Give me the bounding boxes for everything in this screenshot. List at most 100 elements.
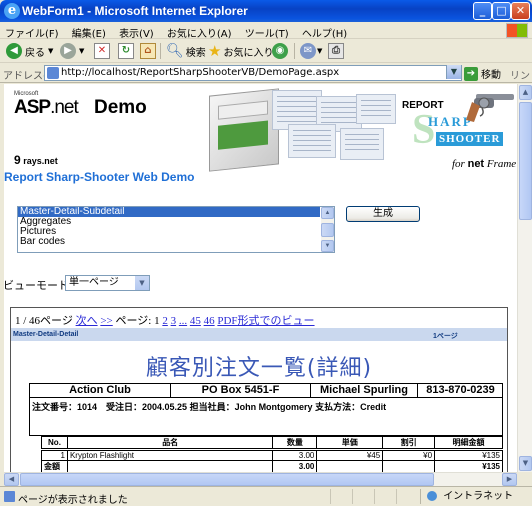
total-blank bbox=[66, 460, 274, 472]
customer-contact: Michael Spurling bbox=[311, 384, 418, 397]
total-blank bbox=[382, 460, 436, 472]
pager-page-link[interactable]: 3 bbox=[171, 315, 177, 327]
refresh-icon: ↻ bbox=[118, 43, 134, 59]
pager-page-link[interactable]: 45 bbox=[190, 315, 201, 327]
mail-button[interactable]: ✉ ▼ bbox=[300, 42, 322, 60]
report-page-label: 1ページ bbox=[433, 333, 458, 340]
customer-name: Action Club bbox=[30, 384, 171, 397]
stop-button[interactable]: ✕ bbox=[94, 42, 110, 60]
home-icon: ⌂ bbox=[140, 43, 156, 59]
generate-button[interactable]: 生成 bbox=[346, 206, 420, 222]
menu-tools[interactable]: ツール(T) bbox=[240, 22, 294, 40]
back-label: 戻る bbox=[25, 47, 45, 59]
status-text: ページが表示されました bbox=[18, 495, 128, 506]
horizontal-scroll-thumb[interactable] bbox=[20, 473, 434, 486]
logo-report: REPORT bbox=[402, 100, 444, 111]
maximize-button[interactable]: □ bbox=[492, 2, 511, 20]
back-button[interactable]: ◀ 戻る ▼ bbox=[6, 42, 53, 60]
column-header: No. bbox=[41, 436, 68, 451]
scroll-down-icon[interactable]: ▼ bbox=[519, 456, 532, 471]
listbox-scrollbar[interactable]: ▲ ▼ bbox=[321, 207, 334, 252]
pdf-view-link[interactable]: PDF形式でのビュー bbox=[217, 315, 314, 327]
customer-row: Action Club PO Box 5451-F Michael Spurli… bbox=[29, 383, 503, 398]
column-header: 明細金額 bbox=[434, 436, 503, 451]
media-icon: ◉ bbox=[272, 43, 288, 59]
listbox-scroll-thumb[interactable] bbox=[321, 223, 334, 237]
pager-next-more-link[interactable]: >> bbox=[100, 315, 112, 327]
column-header: 単価 bbox=[316, 436, 384, 451]
total-blank bbox=[316, 460, 384, 472]
column-header: 割引 bbox=[382, 436, 436, 451]
favorites-button[interactable]: ★ お気に入り bbox=[208, 42, 273, 60]
mail-dropdown-icon[interactable]: ▼ bbox=[317, 47, 322, 55]
scroll-up-icon[interactable]: ▲ bbox=[519, 85, 532, 100]
pager-position: 1 / 46ページ bbox=[15, 315, 73, 327]
report-band-title: Master-Detail-Detail bbox=[13, 331, 79, 338]
scroll-left-icon[interactable]: ◀ bbox=[4, 473, 19, 486]
forward-button[interactable]: ▶ ▼ bbox=[60, 42, 84, 60]
menu-view[interactable]: 表示(V) bbox=[114, 22, 159, 40]
view-mode-label: ビューモード bbox=[4, 279, 69, 292]
address-url: http://localhost/ReportSharpShooterVB/De… bbox=[61, 67, 340, 78]
menu-edit[interactable]: 編集(E) bbox=[67, 22, 111, 40]
rays-label: rays.net bbox=[23, 156, 58, 166]
view-mode-select[interactable]: 単一ページ ▼ bbox=[65, 275, 150, 291]
horizontal-scrollbar[interactable]: ◀ ▶ bbox=[4, 472, 517, 486]
menu-file[interactable]: ファイル(F) bbox=[0, 22, 64, 40]
scroll-thumb[interactable] bbox=[519, 102, 532, 220]
toolbar-separator bbox=[160, 43, 161, 59]
go-button[interactable]: ➔ 移動 bbox=[464, 66, 501, 81]
refresh-button[interactable]: ↻ bbox=[118, 42, 134, 60]
favorites-label: お気に入り bbox=[223, 47, 274, 59]
aspnet-asp: ASP bbox=[14, 97, 51, 118]
vertical-scrollbar[interactable]: ▲ ▼ bbox=[517, 84, 532, 472]
menu-favorites[interactable]: お気に入り(A) bbox=[162, 22, 237, 40]
logo-frame: Frame bbox=[486, 158, 517, 170]
report-sheet-image bbox=[356, 94, 396, 124]
scrollbar-corner bbox=[517, 472, 532, 486]
cell-amount: ¥135 bbox=[434, 449, 503, 461]
product-box-stripe bbox=[218, 120, 268, 150]
home-button[interactable]: ⌂ bbox=[140, 42, 156, 60]
report-option[interactable]: Bar codes bbox=[18, 237, 320, 247]
aspnet-net: .net bbox=[50, 97, 79, 118]
chevron-down-icon[interactable]: ▼ bbox=[135, 276, 149, 290]
logo-shooter: SHOOTER bbox=[436, 132, 504, 146]
total-label: 金額 bbox=[41, 460, 68, 472]
close-button[interactable]: ✕ bbox=[511, 2, 530, 20]
pager-page-link[interactable]: 46 bbox=[204, 315, 215, 327]
globe-icon bbox=[427, 491, 437, 501]
back-dropdown-icon[interactable]: ▼ bbox=[48, 47, 53, 55]
pager-pages-label: ページ: bbox=[115, 315, 152, 327]
cell-name: Krypton Flashlight bbox=[66, 449, 274, 461]
report-option[interactable]: Aggregates bbox=[18, 217, 320, 227]
report-listbox[interactable]: Master-Detail-Subdetail Aggregates Pictu… bbox=[17, 206, 335, 253]
order-info: 注文番号：1014 受注日：2004.05.25 担当社員：John Montg… bbox=[29, 398, 503, 436]
pager-ellipsis-link[interactable]: ... bbox=[179, 315, 187, 327]
order-line-text: 注文番号：1014 受注日：2004.05.25 担当社員：John Montg… bbox=[32, 402, 387, 412]
status-bar: ページが表示されました イントラネット bbox=[0, 486, 532, 506]
go-arrow-icon: ➔ bbox=[464, 66, 478, 81]
search-button[interactable]: 🔍︎ 検索 bbox=[166, 42, 206, 60]
address-input[interactable]: http://localhost/ReportSharpShooterVB/De… bbox=[44, 65, 462, 81]
view-mode-value: 単一ページ bbox=[69, 277, 119, 288]
table-total-row: 金額 3.00 ¥135 bbox=[41, 460, 503, 472]
media-button[interactable]: ◉ bbox=[272, 42, 288, 60]
toolbar: ◀ 戻る ▼ ▶ ▼ ✕ ↻ ⌂ 🔍︎ 検索 ★ お気に入り ◉ ✉ ▼ ⎙ bbox=[0, 39, 532, 63]
print-icon: ⎙ bbox=[328, 43, 344, 59]
address-dropdown-icon[interactable]: ▼ bbox=[446, 65, 461, 79]
logo-for: for bbox=[452, 158, 465, 170]
pager-next-link[interactable]: 次へ bbox=[76, 315, 98, 327]
forward-dropdown-icon[interactable]: ▼ bbox=[79, 47, 84, 55]
minimize-button[interactable]: _ bbox=[473, 2, 492, 20]
scroll-right-icon[interactable]: ▶ bbox=[502, 473, 517, 486]
listbox-scroll-up-icon[interactable]: ▲ bbox=[321, 207, 334, 219]
rays-icon: 9 bbox=[14, 153, 21, 167]
pager-page-link[interactable]: 2 bbox=[162, 315, 168, 327]
print-button[interactable]: ⎙ bbox=[328, 42, 344, 60]
customer-address: PO Box 5451-F bbox=[171, 384, 311, 397]
menu-help[interactable]: ヘルプ(H) bbox=[297, 22, 352, 40]
listbox-scroll-down-icon[interactable]: ▼ bbox=[321, 240, 334, 252]
cell-no: 1 bbox=[41, 449, 68, 461]
page-done-icon bbox=[4, 491, 15, 502]
